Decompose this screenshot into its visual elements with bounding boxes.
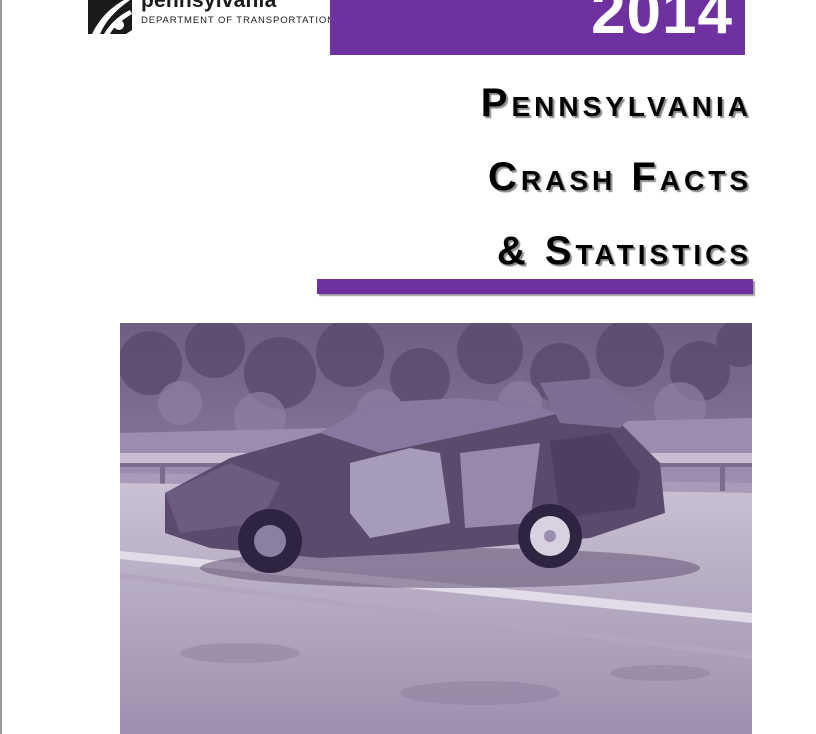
- crashed-car-image: [120, 323, 752, 734]
- keystone-logo-icon: [88, 0, 132, 34]
- report-title: Pennsylvania Crash Facts & Statistics: [300, 66, 752, 288]
- title-line-3: & Statistics: [496, 229, 752, 273]
- crash-photo: [120, 323, 752, 734]
- title-line-1: Pennsylvania: [480, 81, 752, 125]
- year-band: 2014: [330, 0, 745, 55]
- penndot-logo: pennsylvania DEPARTMENT OF TRANSPORTATIO…: [86, 0, 334, 34]
- logo-wordmark: pennsylvania: [141, 0, 277, 12]
- title-line-2: Crash Facts: [488, 155, 752, 199]
- year-label: 2014: [591, 0, 733, 47]
- logo-department: DEPARTMENT OF TRANSPORTATION: [141, 15, 335, 26]
- title-underline-bar: [317, 279, 753, 294]
- page-edge-rule: [0, 0, 2, 734]
